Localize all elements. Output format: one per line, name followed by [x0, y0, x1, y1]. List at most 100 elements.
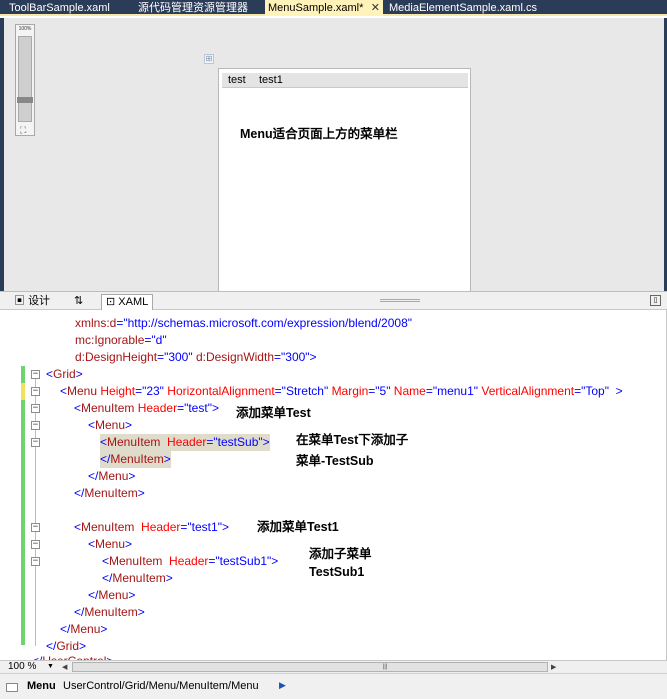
tab-mediaelementsample[interactable]: MediaElementSample.xaml.cs	[389, 0, 537, 16]
code-line: </MenuItem>	[102, 570, 173, 587]
code-token: VerticalAlignment	[481, 384, 575, 398]
code-line: mc:Ignorable="d"	[75, 332, 167, 349]
code-token: Menu	[98, 469, 129, 483]
code-token: </	[74, 486, 85, 500]
zoom-percent-label: 100%	[18, 26, 32, 32]
document-tab-strip: ToolBarSample.xaml 源代码管理资源管理器 MenuSample…	[0, 0, 667, 16]
tab-toolbarsample[interactable]: ToolBarSample.xaml	[9, 0, 110, 16]
document-outline-icon[interactable]	[6, 683, 18, 692]
xaml-editor[interactable]: − − − − − − − − xmlns:d="http://schemas.…	[0, 310, 667, 668]
breadcrumb-selected-element[interactable]: Menu	[27, 679, 56, 693]
code-token: Grid	[53, 367, 76, 381]
code-token: ="Top" >	[574, 384, 623, 398]
code-token: Header	[141, 520, 181, 534]
collapse-icon[interactable]: −	[31, 523, 40, 532]
design-view-icon: ▣	[14, 295, 25, 307]
editor-bottom-bar: 100 % ▼ ◀ ||| ▶	[0, 660, 667, 673]
code-token: </	[100, 452, 111, 466]
collapse-icon[interactable]: −	[31, 370, 40, 379]
code-token: ="300"	[157, 350, 196, 364]
zoom-thumb[interactable]	[17, 97, 33, 103]
code-token: Header	[169, 554, 209, 568]
outline-guide	[35, 376, 36, 646]
code-token: >	[79, 639, 87, 653]
tab-menusample[interactable]: MenuSample.xaml* ✕	[265, 0, 383, 16]
code-token: mc:Ignorable	[75, 333, 145, 347]
resize-handle-icon[interactable]: ⊞	[204, 54, 214, 64]
design-annotation: Menu适合页面上方的菜单栏	[240, 127, 398, 141]
zoom-track[interactable]	[18, 36, 32, 122]
code-token: ="Stretch"	[274, 384, 332, 398]
code-token: MenuItem	[107, 435, 168, 449]
splitter-grip[interactable]	[380, 299, 420, 302]
tab-source-control-explorer[interactable]: 源代码管理资源管理器	[138, 0, 248, 16]
tab-xaml-view[interactable]: ⊡ XAML	[101, 294, 154, 310]
code-token: Menu	[95, 418, 126, 432]
close-icon[interactable]: ✕	[371, 0, 380, 16]
code-token: <	[88, 418, 96, 432]
tab-design-view[interactable]: ▣ 设计	[14, 294, 50, 310]
code-token: Grid	[56, 639, 80, 653]
code-token: >	[137, 486, 145, 500]
code-token: Menu	[67, 384, 101, 398]
code-token: ="test">	[177, 401, 219, 415]
zoom-dropdown-icon[interactable]: ▼	[47, 661, 54, 673]
code-line: <MenuItem Header="testSub">	[100, 434, 270, 451]
collapse-icon[interactable]: −	[31, 557, 40, 566]
breadcrumb[interactable]: UserControl/Grid/Menu/MenuItem/Menu	[63, 679, 259, 693]
collapse-icon[interactable]: −	[31, 387, 40, 396]
code-token: >	[163, 452, 171, 466]
code-line: </Menu>	[60, 621, 107, 638]
code-token: Menu	[70, 622, 101, 636]
split-view-icon[interactable]: ▯	[650, 295, 661, 306]
scroll-left-icon[interactable]: ◀	[62, 662, 67, 673]
preview-menu-item-test1[interactable]: test1	[259, 74, 283, 86]
code-token: Name	[393, 384, 426, 398]
code-token: </	[88, 588, 99, 602]
swap-panes-icon[interactable]: ⇅	[74, 294, 83, 310]
code-token: ="5"	[368, 384, 394, 398]
tab-design-label: 设计	[28, 295, 51, 307]
code-token: </	[46, 639, 57, 653]
code-token: <	[46, 367, 54, 381]
code-token: >	[165, 571, 173, 585]
code-line: </MenuItem>	[74, 604, 145, 621]
scroll-thumb[interactable]: |||	[378, 663, 392, 671]
code-token: Menu	[98, 588, 129, 602]
collapse-icon[interactable]: −	[31, 438, 40, 447]
saved-change-bar	[21, 400, 25, 645]
design-surface: 100% ⛶ ⊞ test test1 Menu适合页面上方的菜单栏	[0, 18, 667, 309]
code-token: xmlns:d	[75, 316, 117, 330]
breadcrumb-expand-icon[interactable]: ▶	[279, 680, 286, 691]
code-line: <Grid>	[46, 366, 83, 383]
scroll-right-icon[interactable]: ▶	[551, 662, 556, 673]
code-line: </MenuItem>	[100, 451, 171, 468]
fit-to-screen-icon[interactable]: ⛶	[20, 125, 26, 136]
annotation-add-menu-test: 添加菜单Test	[236, 406, 311, 420]
horizontal-scrollbar[interactable]: |||	[72, 662, 548, 672]
collapse-icon[interactable]: −	[31, 421, 40, 430]
code-line: <Menu>	[88, 417, 132, 434]
code-token: Header	[137, 401, 178, 415]
code-token: >	[75, 367, 83, 381]
code-token: MenuItem	[84, 486, 138, 500]
code-token: Header	[167, 435, 207, 449]
breadcrumb-bar: Menu UserControl/Grid/Menu/MenuItem/Menu…	[0, 673, 667, 699]
code-token: <	[60, 384, 68, 398]
preview-menu-item-test[interactable]: test	[228, 74, 246, 86]
saved-change-bar	[21, 366, 25, 383]
code-token: MenuItem	[110, 452, 164, 466]
code-token: MenuItem	[84, 605, 138, 619]
code-token: MenuItem	[81, 401, 138, 415]
annotation-add-sub-line2: 菜单-TestSub	[296, 454, 374, 468]
collapse-icon[interactable]: −	[31, 540, 40, 549]
code-token: <	[100, 435, 108, 449]
code-token: </	[88, 469, 99, 483]
code-token: ="http://schemas.microsoft.com/expressio…	[116, 316, 413, 330]
zoom-slider[interactable]: 100% ⛶	[15, 24, 35, 136]
code-token: >	[128, 588, 136, 602]
code-token: MenuItem	[112, 571, 166, 585]
editor-zoom[interactable]: 100 %	[8, 661, 36, 673]
collapse-icon[interactable]: −	[31, 404, 40, 413]
code-line: <Menu Height="23" HorizontalAlignment="S…	[60, 383, 623, 400]
